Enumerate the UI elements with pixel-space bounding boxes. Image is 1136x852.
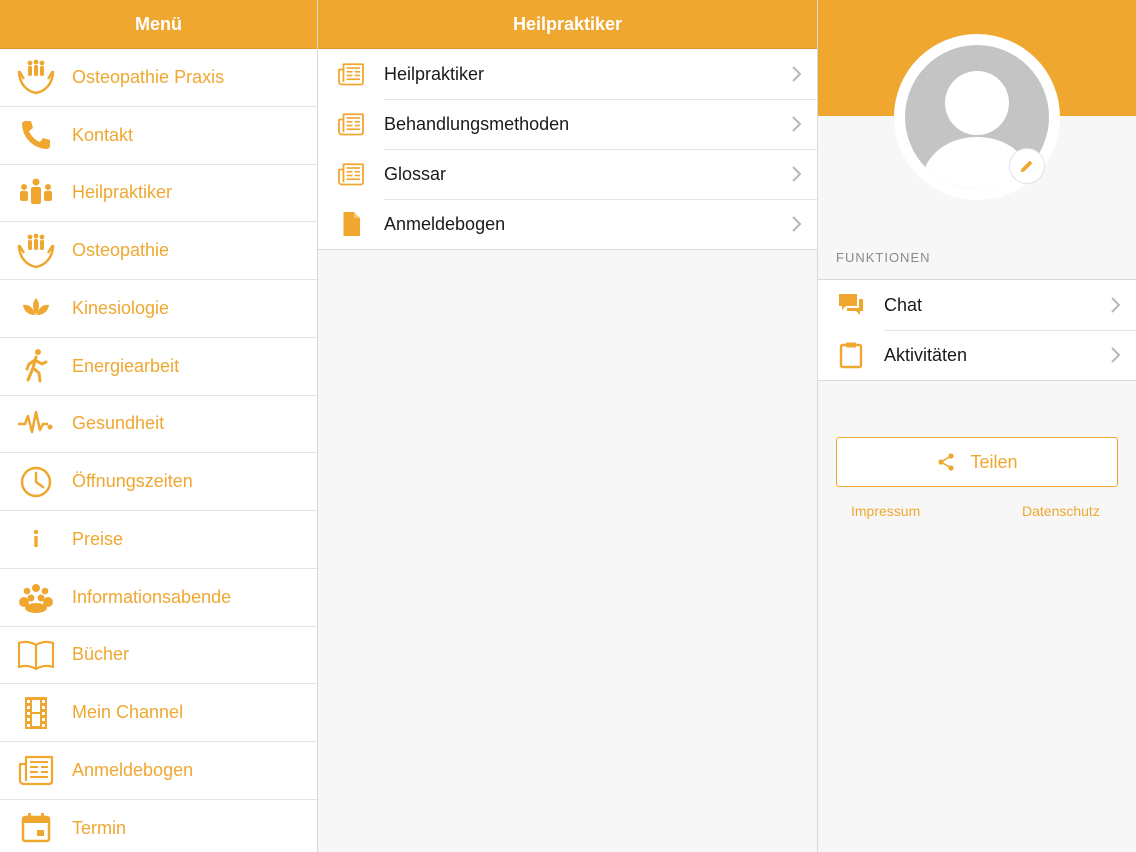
menu-item-label: Preise bbox=[72, 528, 124, 549]
menu-item-label: Termin bbox=[72, 817, 127, 838]
menu-item-label: Kontakt bbox=[72, 124, 134, 145]
film-icon bbox=[0, 693, 72, 733]
chat-icon bbox=[818, 291, 884, 319]
functions-list: Chat Aktivitäten bbox=[818, 279, 1136, 381]
walking-icon bbox=[0, 346, 72, 386]
newspaper-icon bbox=[318, 59, 384, 89]
share-icon bbox=[938, 453, 955, 471]
menu-item-preise[interactable]: Preise bbox=[0, 511, 317, 569]
newspaper-icon bbox=[318, 109, 384, 139]
function-item-label: Chat bbox=[884, 294, 923, 315]
menu-item-mein-channel[interactable]: Mein Channel bbox=[0, 684, 317, 742]
menu-item-label: Öffnungszeiten bbox=[72, 471, 193, 492]
section-title: FUNKTIONEN bbox=[836, 250, 931, 265]
hands-people-icon bbox=[0, 231, 72, 271]
impressum-link[interactable]: Impressum bbox=[851, 503, 920, 519]
function-item-aktivitaeten[interactable]: Aktivitäten bbox=[818, 330, 1136, 380]
chevron-right-icon bbox=[777, 165, 817, 183]
menu-item-osteopathie[interactable]: Osteopathie bbox=[0, 222, 317, 280]
menu-item-kontakt[interactable]: Kontakt bbox=[0, 107, 317, 165]
info-icon bbox=[0, 519, 72, 559]
list-item-glossar[interactable]: Glossar bbox=[318, 149, 817, 199]
menu-item-gesundheit[interactable]: Gesundheit bbox=[0, 396, 317, 454]
list-item-label: Glossar bbox=[384, 163, 447, 184]
edit-avatar-button[interactable] bbox=[1009, 148, 1045, 184]
function-item-label: Aktivitäten bbox=[884, 344, 968, 365]
menu-item-label: Kinesiologie bbox=[72, 297, 170, 318]
share-button-label: Teilen bbox=[970, 451, 1018, 472]
chevron-right-icon bbox=[1096, 296, 1136, 314]
function-item-chat[interactable]: Chat bbox=[818, 280, 1136, 330]
list-item-label: Behandlungsmethoden bbox=[384, 113, 570, 134]
menu-header: Menü bbox=[0, 0, 317, 49]
menu-item-label: Anmeldebogen bbox=[72, 759, 194, 780]
menu-item-oeffnungszeiten[interactable]: Öffnungszeiten bbox=[0, 453, 317, 511]
menu-item-label: Osteopathie bbox=[72, 240, 170, 261]
menu-item-informationsabende[interactable]: Informationsabende bbox=[0, 569, 317, 627]
list-item-behandlungsmethoden[interactable]: Behandlungsmethoden bbox=[318, 99, 817, 149]
clipboard-icon bbox=[818, 341, 884, 369]
menu-item-label: Bücher bbox=[72, 644, 130, 665]
chevron-right-icon bbox=[777, 115, 817, 133]
menu-item-termin[interactable]: Termin bbox=[0, 800, 317, 852]
people-icon bbox=[0, 173, 72, 213]
menu-item-heilpraktiker[interactable]: Heilpraktiker bbox=[0, 165, 317, 223]
newspaper-icon bbox=[318, 159, 384, 189]
newspaper-icon bbox=[0, 750, 72, 790]
menu-item-label: Osteopathie Praxis bbox=[72, 66, 225, 87]
pencil-icon bbox=[1020, 160, 1033, 173]
group-icon bbox=[0, 577, 72, 617]
menu-item-label: Heilpraktiker bbox=[72, 182, 173, 203]
content-header: Heilpraktiker bbox=[318, 0, 817, 49]
document-icon bbox=[318, 209, 384, 239]
clock-icon bbox=[0, 462, 72, 502]
content-list: Heilpraktiker Behandlungsmethoden Glossa… bbox=[318, 49, 817, 250]
list-item-heilpraktiker[interactable]: Heilpraktiker bbox=[318, 49, 817, 99]
chevron-right-icon bbox=[777, 215, 817, 233]
calendar-icon bbox=[0, 808, 72, 848]
content-panel: Heilpraktiker Heilpraktiker Behandlungsm… bbox=[318, 0, 818, 852]
hands-people-icon bbox=[0, 57, 72, 97]
heartbeat-icon bbox=[0, 404, 72, 444]
share-button[interactable]: Teilen bbox=[836, 437, 1118, 487]
side-menu: Menü Osteopathie Praxis Kontakt Heilprak… bbox=[0, 0, 318, 852]
lotus-icon bbox=[0, 288, 72, 328]
profile-panel: FUNKTIONEN Chat Aktivitäten Teilen Impre… bbox=[818, 0, 1136, 852]
book-icon bbox=[0, 635, 72, 675]
chevron-right-icon bbox=[777, 65, 817, 83]
datenschutz-link[interactable]: Datenschutz bbox=[1022, 503, 1100, 519]
list-item-label: Heilpraktiker bbox=[384, 63, 485, 84]
menu-item-energiearbeit[interactable]: Energiearbeit bbox=[0, 338, 317, 396]
menu-item-label: Informationsabende bbox=[72, 586, 232, 607]
menu-item-label: Gesundheit bbox=[72, 413, 165, 434]
content-title: Heilpraktiker bbox=[512, 13, 623, 34]
menu-item-label: Mein Channel bbox=[72, 702, 184, 723]
list-item-anmeldebogen[interactable]: Anmeldebogen bbox=[318, 199, 817, 249]
menu-item-osteopathie-praxis[interactable]: Osteopathie Praxis bbox=[0, 49, 317, 107]
menu-item-anmeldebogen[interactable]: Anmeldebogen bbox=[0, 742, 317, 800]
menu-item-label: Energiearbeit bbox=[72, 355, 180, 376]
menu-item-buecher[interactable]: Bücher bbox=[0, 627, 317, 685]
menu-item-kinesiologie[interactable]: Kinesiologie bbox=[0, 280, 317, 338]
menu-title: Menü bbox=[135, 13, 182, 34]
chevron-right-icon bbox=[1096, 346, 1136, 364]
phone-icon bbox=[0, 115, 72, 155]
list-item-label: Anmeldebogen bbox=[384, 213, 506, 234]
